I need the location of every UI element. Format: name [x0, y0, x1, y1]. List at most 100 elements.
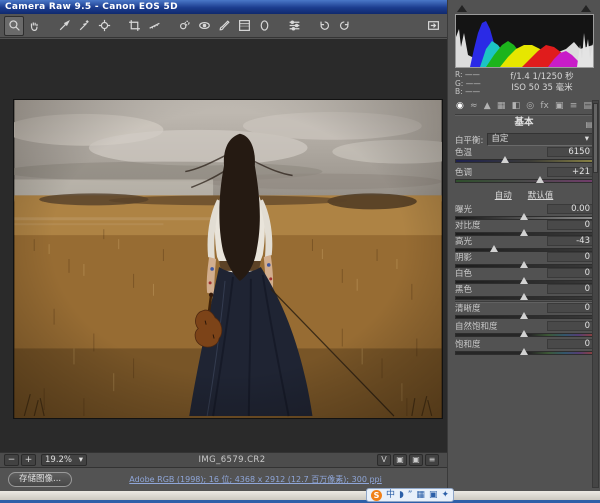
tab-detail[interactable]: ▲ [484, 100, 491, 112]
slider-thumb-vibrance[interactable] [520, 330, 528, 337]
slider-saturation: 饱和度0 [455, 339, 593, 357]
red-eye-tool-button[interactable] [194, 16, 214, 36]
workflow-options-link[interactable]: Adobe RGB (1998); 16 位; 4368 x 2912 (12.… [72, 474, 439, 485]
fullscreen-icon [427, 19, 440, 32]
straighten-icon [148, 19, 161, 32]
rotate-left-button[interactable] [314, 16, 334, 36]
punctuation-mode-icon[interactable]: ” [408, 489, 413, 501]
slider-thumb-shadows[interactable] [520, 261, 528, 268]
toolbar [0, 14, 447, 38]
auto-link[interactable]: 自动 [495, 189, 512, 201]
slider-track-clarity[interactable] [455, 315, 593, 319]
slider-temperature: 色温6150 [455, 147, 593, 167]
zoom-in-button[interactable]: + [21, 454, 36, 466]
tab-effects[interactable]: fx [540, 100, 549, 112]
graduated-filter-icon [238, 19, 251, 32]
before-after-left-button[interactable]: ▣ [393, 454, 407, 466]
slider-value-temperature[interactable]: 6150 [547, 147, 593, 157]
panel-scrollbar[interactable] [592, 100, 599, 488]
rgb-readout: R: —— G: —— B: —— [455, 71, 491, 97]
slider-label-clarity: 清晰度 [455, 302, 481, 314]
crop-icon [128, 19, 141, 32]
slider-tint: 色调+21 [455, 167, 593, 187]
save-image-button[interactable]: 存储图像... [8, 472, 72, 487]
tab-split-toning[interactable]: ◧ [512, 100, 521, 112]
radial-filter-icon [258, 19, 271, 32]
fullscreen-toggle-button[interactable] [423, 16, 443, 36]
zoom-tool-button[interactable] [4, 16, 24, 36]
chinese-mode-icon[interactable]: 中 [386, 489, 395, 501]
eyedropper-icon [58, 19, 71, 32]
color-sampler-tool-button[interactable] [74, 16, 94, 36]
rotate-right-button[interactable] [334, 16, 354, 36]
slider-label-shadows: 阴影 [455, 251, 472, 263]
target-icon [98, 19, 111, 32]
slider-value-highlights[interactable]: -43 [547, 236, 593, 246]
toolbox-icon[interactable]: ✦ [441, 489, 449, 501]
slider-thumb-blacks[interactable] [520, 293, 528, 300]
sogou-logo-icon[interactable]: S [371, 490, 382, 501]
white-balance-label: 白平衡: [455, 134, 483, 146]
slider-track-blacks[interactable] [455, 296, 593, 300]
preview-toggle-button[interactable]: V [377, 454, 391, 466]
tab-camera-calibration[interactable]: ▣ [555, 100, 564, 112]
slider-value-shadows[interactable]: 0 [547, 252, 593, 262]
slider-value-blacks[interactable]: 0 [547, 284, 593, 294]
tab-tone-curve[interactable]: ≈ [470, 100, 478, 112]
slider-thumb-clarity[interactable] [520, 312, 528, 319]
slider-thumb-highlights[interactable] [490, 245, 498, 252]
tab-snapshots[interactable]: ▤ [583, 100, 592, 112]
slider-track-vibrance[interactable] [455, 333, 593, 337]
graduated-filter-tool-button[interactable] [234, 16, 254, 36]
zoom-level-value: 19.2% [45, 455, 72, 465]
slider-thumb-contrast[interactable] [520, 229, 528, 236]
white-balance-select[interactable]: 自定 ▾ [487, 133, 593, 146]
slider-value-clarity[interactable]: 0 [547, 303, 593, 313]
photo-preview[interactable] [13, 99, 443, 419]
slider-whites: 白色0 [455, 268, 593, 284]
white-balance-tool-button[interactable] [54, 16, 74, 36]
hand-icon [28, 19, 41, 32]
slider-value-contrast[interactable]: 0 [547, 220, 593, 230]
spot-removal-tool-button[interactable] [174, 16, 194, 36]
highlight-clipping-toggle-icon[interactable] [581, 5, 591, 12]
slider-value-exposure[interactable]: 0.00 [547, 204, 593, 214]
hand-tool-button[interactable] [24, 16, 44, 36]
title-bar[interactable]: Camera Raw 9.5 - Canon EOS 5D [0, 0, 447, 14]
soft-keyboard-icon[interactable]: ▦ [416, 489, 425, 501]
slider-thumb-saturation[interactable] [520, 348, 528, 355]
slider-blacks: 黑色0 [455, 284, 593, 300]
slider-thumb-exposure[interactable] [520, 213, 528, 220]
targeted-adjustment-tool-button[interactable] [94, 16, 114, 36]
slider-value-whites[interactable]: 0 [547, 268, 593, 278]
zoom-dropdown-arrow-icon: ▾ [79, 455, 83, 465]
zoom-out-button[interactable]: − [4, 454, 19, 466]
default-link[interactable]: 默认值 [528, 189, 554, 201]
slider-thumb-temperature[interactable] [501, 156, 509, 163]
radial-filter-tool-button[interactable] [254, 16, 274, 36]
slider-value-tint[interactable]: +21 [547, 167, 593, 177]
slider-thumb-tint[interactable] [536, 176, 544, 183]
before-after-right-button[interactable]: ▣ [409, 454, 423, 466]
adjustment-brush-tool-button[interactable] [214, 16, 234, 36]
wb-sliders-group: 色温6150色调+21 [455, 147, 593, 187]
slider-value-saturation[interactable]: 0 [547, 339, 593, 349]
shadow-clipping-toggle-icon[interactable] [457, 5, 467, 12]
slider-track-temperature[interactable] [455, 159, 593, 163]
slider-track-tint[interactable] [455, 179, 593, 183]
tab-basic[interactable]: ◉ [456, 100, 464, 112]
slider-thumb-whites[interactable] [520, 277, 528, 284]
tab-presets[interactable]: ≡ [570, 100, 578, 112]
scrollbar-thumb[interactable] [593, 103, 598, 173]
straighten-tool-button[interactable] [144, 16, 164, 36]
tab-lens-corrections[interactable]: ◎ [526, 100, 534, 112]
zoom-level-select[interactable]: 19.2% ▾ [41, 454, 87, 466]
crop-tool-button[interactable] [124, 16, 144, 36]
slider-track-saturation[interactable] [455, 351, 593, 355]
view-settings-button[interactable]: ≡ [425, 454, 439, 466]
half-full-width-icon[interactable]: ◗ [399, 489, 404, 501]
tab-hsl-grayscale[interactable]: ▦ [497, 100, 506, 112]
preferences-button[interactable] [284, 16, 304, 36]
skin-picker-icon[interactable]: ▣ [429, 489, 438, 501]
slider-value-vibrance[interactable]: 0 [547, 321, 593, 331]
